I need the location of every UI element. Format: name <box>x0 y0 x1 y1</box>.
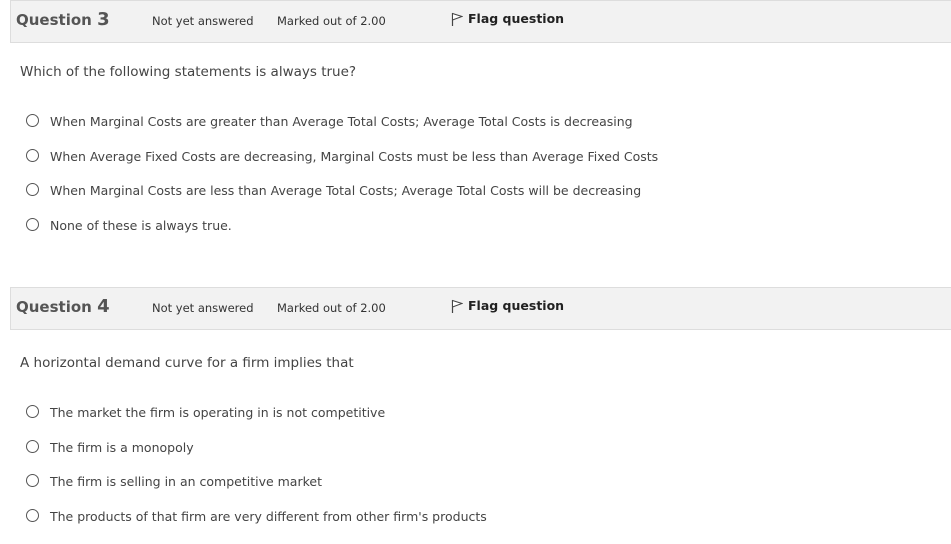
question-label: Question <box>16 11 92 29</box>
flag-question-button[interactable]: Flag question <box>451 298 564 313</box>
flag-question-label: Flag question <box>468 11 565 26</box>
flag-question-label: Flag question <box>468 298 565 313</box>
question-header: Question 4 Not yet answered Marked out o… <box>10 287 951 330</box>
question-marks: Marked out of 2.00 <box>277 301 386 315</box>
question-number: 3 <box>97 9 110 30</box>
radio-button[interactable] <box>26 183 39 196</box>
answer-option-label[interactable]: When Marginal Costs are less than Averag… <box>50 183 641 198</box>
answer-option-label[interactable]: The firm is a monopoly <box>50 440 194 455</box>
radio-button[interactable] <box>26 218 39 231</box>
radio-button[interactable] <box>26 114 39 127</box>
flag-icon <box>451 12 463 26</box>
question-label: Question <box>16 298 92 316</box>
flag-question-button[interactable]: Flag question <box>451 11 564 26</box>
radio-button[interactable] <box>26 474 39 487</box>
radio-button[interactable] <box>26 405 39 418</box>
question-header: Question 3 Not yet answered Marked out o… <box>10 0 951 43</box>
question-marks: Marked out of 2.00 <box>277 14 386 28</box>
question-number: 4 <box>97 296 110 317</box>
answer-option-label[interactable]: The products of that firm are very diffe… <box>50 509 487 524</box>
question-text: Which of the following statements is alw… <box>20 64 357 80</box>
answer-option-label[interactable]: When Average Fixed Costs are decreasing,… <box>50 149 658 164</box>
flag-icon <box>451 299 463 313</box>
radio-button[interactable] <box>26 440 39 453</box>
question-status: Not yet answered <box>152 301 254 315</box>
answer-option-label[interactable]: None of these is always true. <box>50 218 232 233</box>
answer-option-label[interactable]: The firm is selling in an competitive ma… <box>50 474 322 489</box>
radio-button[interactable] <box>26 149 39 162</box>
question-title: Question 4 <box>16 296 110 317</box>
answer-option-label[interactable]: When Marginal Costs are greater than Ave… <box>50 114 633 129</box>
question-status: Not yet answered <box>152 14 254 28</box>
question-title: Question 3 <box>16 9 110 30</box>
answer-option-label[interactable]: The market the firm is operating in is n… <box>50 405 385 420</box>
radio-button[interactable] <box>26 509 39 522</box>
question-text: A horizontal demand curve for a firm imp… <box>20 355 354 371</box>
